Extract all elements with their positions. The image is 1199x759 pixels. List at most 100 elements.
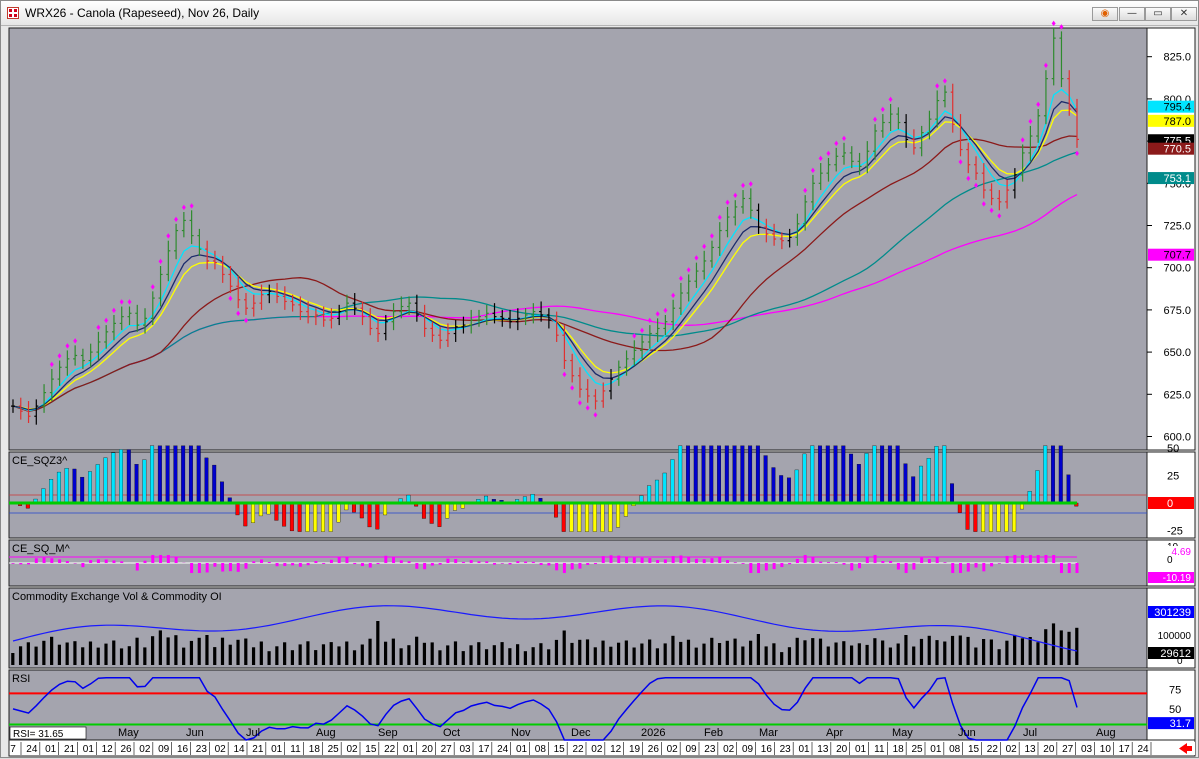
volume-bar bbox=[345, 642, 348, 666]
signal-marker: ♦ bbox=[826, 148, 831, 158]
sqm-bar bbox=[897, 563, 900, 570]
volume-bar bbox=[252, 647, 255, 665]
day-label: 02 bbox=[667, 744, 679, 755]
sqm-bar bbox=[477, 561, 480, 563]
day-label: 12 bbox=[610, 744, 622, 755]
squeeze-bar bbox=[997, 503, 1001, 532]
month-label: Jul bbox=[1023, 727, 1037, 739]
volume-bar bbox=[594, 647, 597, 665]
volume-bar bbox=[1052, 623, 1055, 665]
squeeze-bar bbox=[748, 446, 752, 503]
sqm-bar bbox=[943, 562, 946, 563]
sqm-bar bbox=[58, 559, 61, 563]
rsi-title: RSI bbox=[12, 673, 30, 685]
volume-bar bbox=[81, 647, 84, 665]
squeeze-bar bbox=[111, 453, 115, 503]
price-label: 753.1 bbox=[1163, 173, 1191, 185]
day-label: 15 bbox=[554, 744, 566, 755]
volume-bar bbox=[524, 651, 527, 665]
volume-bar bbox=[897, 644, 900, 666]
volume-bar bbox=[998, 649, 1001, 665]
day-label: 01 bbox=[930, 744, 942, 755]
chart-canvas[interactable]: 600.0625.0650.0675.0700.0725.0750.0775.0… bbox=[1, 1, 1199, 759]
sqm-bar bbox=[307, 563, 310, 565]
day-label: 14 bbox=[233, 744, 245, 755]
volume-bar bbox=[516, 644, 519, 665]
squeeze-bar bbox=[1043, 446, 1047, 503]
volume-bar bbox=[664, 643, 667, 665]
day-label: 7 bbox=[10, 744, 16, 755]
volume-bar bbox=[1075, 628, 1078, 665]
volume-bar bbox=[990, 640, 993, 666]
signal-marker: ♦ bbox=[679, 273, 684, 283]
sqm-bar bbox=[1013, 555, 1016, 563]
day-label: 25 bbox=[911, 744, 923, 755]
volume-bar bbox=[508, 648, 511, 665]
sqm-bar bbox=[594, 563, 597, 564]
day-label: 26 bbox=[648, 744, 660, 755]
signal-marker: ♦ bbox=[997, 210, 1002, 220]
signal-marker: ♦ bbox=[694, 253, 699, 263]
squeeze-bar bbox=[989, 503, 993, 532]
sqm-bar bbox=[151, 555, 154, 563]
volume-bar bbox=[625, 641, 628, 666]
rsi-tick-label: 75 bbox=[1169, 684, 1181, 696]
sqm-bar bbox=[1044, 555, 1047, 563]
volume-bar bbox=[267, 651, 270, 665]
sqm-bar bbox=[19, 563, 22, 564]
volume-bar bbox=[974, 648, 977, 666]
signal-marker: ♦ bbox=[710, 231, 715, 241]
sqm-bar bbox=[43, 558, 46, 563]
volume-bar bbox=[609, 647, 612, 665]
rsi-tick-label: 50 bbox=[1169, 704, 1181, 716]
volume-bar bbox=[500, 642, 503, 665]
day-label: 24 bbox=[26, 744, 38, 755]
volume-bar bbox=[19, 646, 22, 665]
volume-bar bbox=[850, 646, 853, 666]
day-label: 21 bbox=[252, 744, 264, 755]
volume-bar bbox=[275, 646, 278, 665]
month-label: Nov bbox=[511, 727, 531, 739]
squeeze-bar bbox=[49, 479, 53, 503]
month-label: Dec bbox=[571, 727, 591, 739]
sqm-bar bbox=[936, 557, 939, 563]
sqm-bar bbox=[726, 560, 729, 563]
volume-bar bbox=[842, 641, 845, 665]
sqm-bar bbox=[571, 563, 574, 569]
sqm-bar bbox=[206, 563, 209, 572]
volume-bar bbox=[601, 641, 604, 665]
day-label: 01 bbox=[798, 744, 810, 755]
signal-marker: ♦ bbox=[57, 351, 62, 361]
day-label: 20 bbox=[422, 744, 434, 755]
squeeze-bar bbox=[756, 446, 760, 503]
sqm-bar bbox=[377, 563, 380, 564]
squeeze-bar bbox=[779, 475, 783, 503]
sqm-bar bbox=[749, 563, 752, 573]
signal-marker: ♦ bbox=[570, 382, 575, 392]
signal-marker: ♦ bbox=[671, 290, 676, 300]
volume-bar bbox=[485, 649, 488, 665]
sqm-bar bbox=[602, 556, 605, 563]
signal-marker: ♦ bbox=[73, 335, 78, 345]
squeeze-bar bbox=[127, 450, 131, 503]
volume-bar bbox=[1036, 642, 1039, 665]
volume-title: Commodity Exchange Vol & Commodity OI bbox=[12, 591, 222, 603]
volume-bar bbox=[726, 641, 729, 665]
squeeze-bar bbox=[42, 489, 46, 503]
sqm-bar bbox=[244, 563, 247, 569]
day-label: 23 bbox=[196, 744, 208, 755]
squeeze-bar bbox=[166, 446, 170, 503]
signal-marker: ♦ bbox=[974, 180, 979, 190]
volume-bar bbox=[291, 650, 294, 665]
sqm-bar bbox=[912, 563, 915, 570]
sqm-bar bbox=[804, 555, 807, 563]
volume-bar bbox=[128, 646, 131, 665]
squeeze-bar bbox=[911, 477, 915, 503]
signal-marker: ♦ bbox=[578, 398, 583, 408]
volume-bar bbox=[633, 648, 636, 666]
signal-marker: ♦ bbox=[842, 133, 847, 143]
squeeze-bar bbox=[849, 454, 853, 503]
sqm-bar bbox=[881, 561, 884, 563]
sqm-bar bbox=[780, 563, 783, 567]
sqm-bar bbox=[27, 563, 30, 564]
